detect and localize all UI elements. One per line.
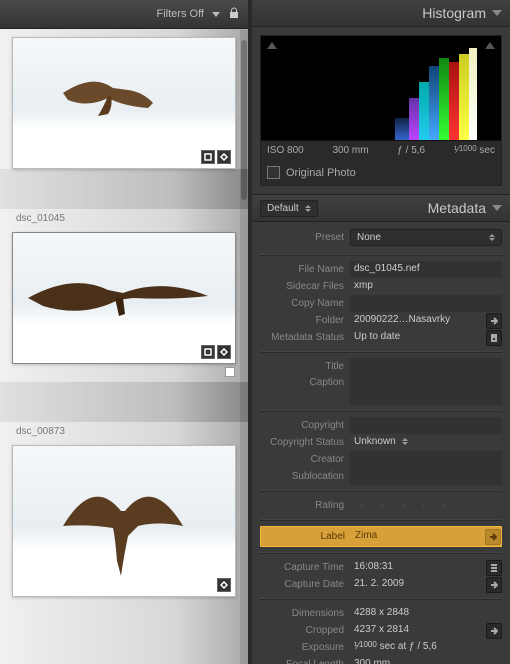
label-label: Label — [261, 531, 345, 542]
metadata-body: Preset None File Name dsc_01045.nef Sidec… — [252, 222, 510, 664]
thumbnail-filename: dsc_01045 — [0, 209, 248, 224]
original-photo-label: Original Photo — [286, 167, 356, 179]
capture-date-button[interactable] — [486, 577, 502, 593]
copyname-field[interactable] — [350, 295, 502, 312]
right-panel: Histogram ISO 800 300 mm ƒ / 5 — [252, 0, 510, 664]
badge-icon — [201, 150, 215, 164]
histogram-graph[interactable] — [261, 36, 501, 140]
metadata-status-value: Up to date — [350, 329, 480, 346]
creator-field[interactable] — [350, 451, 502, 468]
collapse-icon[interactable] — [492, 205, 502, 211]
capture-time-value: 16:08:31 — [350, 559, 480, 576]
label-field[interactable]: Zima — [351, 528, 479, 545]
title-field[interactable] — [350, 358, 502, 375]
metadata-title: Metadata — [428, 200, 486, 216]
thumbnail-filename: dsc_00873 — [0, 422, 248, 437]
histogram-focal: 300 mm — [332, 145, 368, 156]
thumbnail[interactable] — [12, 445, 236, 597]
histogram-aperture: ƒ / 5,6 — [397, 145, 425, 156]
cropped-label: Cropped — [260, 625, 344, 636]
copyright-field[interactable] — [350, 417, 502, 434]
filters-bar: Filters Off — [0, 0, 248, 29]
preset-value: None — [357, 232, 381, 243]
collapse-icon[interactable] — [492, 10, 502, 16]
filmstrip-scrollbar[interactable] — [240, 30, 248, 664]
exposure-label: Exposure — [260, 642, 344, 653]
badge-icon — [217, 345, 231, 359]
dimensions-label: Dimensions — [260, 608, 344, 619]
caption-label: Caption — [260, 375, 344, 388]
metadata-status-button[interactable] — [486, 330, 502, 346]
color-label-row: Label Zima — [260, 526, 502, 547]
exposure-value: ¹⁄1000 sec at ƒ / 5,6 — [350, 639, 502, 656]
label-goto-button[interactable] — [485, 529, 501, 545]
capture-date-value: 21. 2. 2009 — [350, 576, 480, 593]
original-photo-checkbox[interactable] — [267, 166, 280, 179]
badge-icon — [201, 345, 215, 359]
capture-time-button[interactable] — [486, 560, 502, 576]
sidecar-value: xmp — [350, 278, 502, 295]
copyright-label: Copyright — [260, 420, 344, 431]
capture-time-label: Capture Time — [260, 562, 344, 573]
selection-square-icon — [225, 367, 235, 377]
folder-value: 20090222…Nasavrky — [350, 312, 480, 329]
focal-length-label: Focal Length — [260, 659, 344, 664]
histogram-info-row: ISO 800 300 mm ƒ / 5,6 ¹⁄1000 sec — [261, 140, 501, 160]
rating-dots[interactable]: · · · · · — [350, 501, 502, 510]
cropped-value: 4237 x 2814 — [350, 622, 480, 639]
sublocation-label: Sublocation — [260, 471, 344, 482]
metadata-header[interactable]: Default Metadata — [252, 194, 510, 222]
lock-icon[interactable] — [228, 7, 240, 22]
capture-date-label: Capture Date — [260, 579, 344, 590]
copyright-status-label: Copyright Status — [260, 437, 344, 448]
sublocation-field[interactable] — [350, 468, 502, 485]
folder-label: Folder — [260, 315, 344, 326]
filmstrip-panel: Filters Off dsc_01045 — [0, 0, 248, 664]
original-photo-row[interactable]: Original Photo — [261, 160, 501, 185]
goto-folder-button[interactable] — [486, 313, 502, 329]
metadata-mode-label: Default — [267, 203, 299, 214]
preset-row: Preset None — [260, 226, 502, 248]
badge-icon — [217, 578, 231, 592]
preset-dropdown[interactable]: None — [350, 229, 502, 246]
badge-icon — [217, 150, 231, 164]
histogram-iso: ISO 800 — [267, 145, 304, 156]
title-label: Title — [260, 361, 344, 372]
dimensions-value: 4288 x 2848 — [350, 605, 502, 622]
histogram-box: ISO 800 300 mm ƒ / 5,6 ¹⁄1000 sec Origin… — [260, 35, 502, 186]
thumbnail-selected[interactable] — [12, 232, 236, 364]
filters-label[interactable]: Filters Off — [157, 8, 204, 20]
focal-length-value: 300 mm — [350, 656, 502, 664]
copyright-status-dropdown[interactable]: Unknown — [350, 434, 502, 451]
metadata-mode-dropdown[interactable]: Default — [260, 200, 318, 217]
thumbnail[interactable] — [12, 37, 236, 169]
metadata-status-label: Metadata Status — [260, 332, 344, 343]
sidecar-label: Sidecar Files — [260, 281, 344, 292]
caption-field[interactable] — [350, 375, 502, 405]
creator-label: Creator — [260, 454, 344, 465]
preset-label: Preset — [260, 232, 344, 243]
cropped-goto-button[interactable] — [486, 623, 502, 639]
histogram-header[interactable]: Histogram — [252, 0, 510, 27]
chevron-down-icon[interactable] — [212, 12, 220, 17]
filename-label: File Name — [260, 264, 344, 275]
rating-label: Rating — [260, 500, 344, 511]
histogram-title: Histogram — [422, 5, 486, 21]
filename-field[interactable]: dsc_01045.nef — [350, 261, 502, 278]
histogram-shutter: ¹⁄1000 sec — [454, 145, 495, 156]
copyname-label: Copy Name — [260, 298, 344, 309]
